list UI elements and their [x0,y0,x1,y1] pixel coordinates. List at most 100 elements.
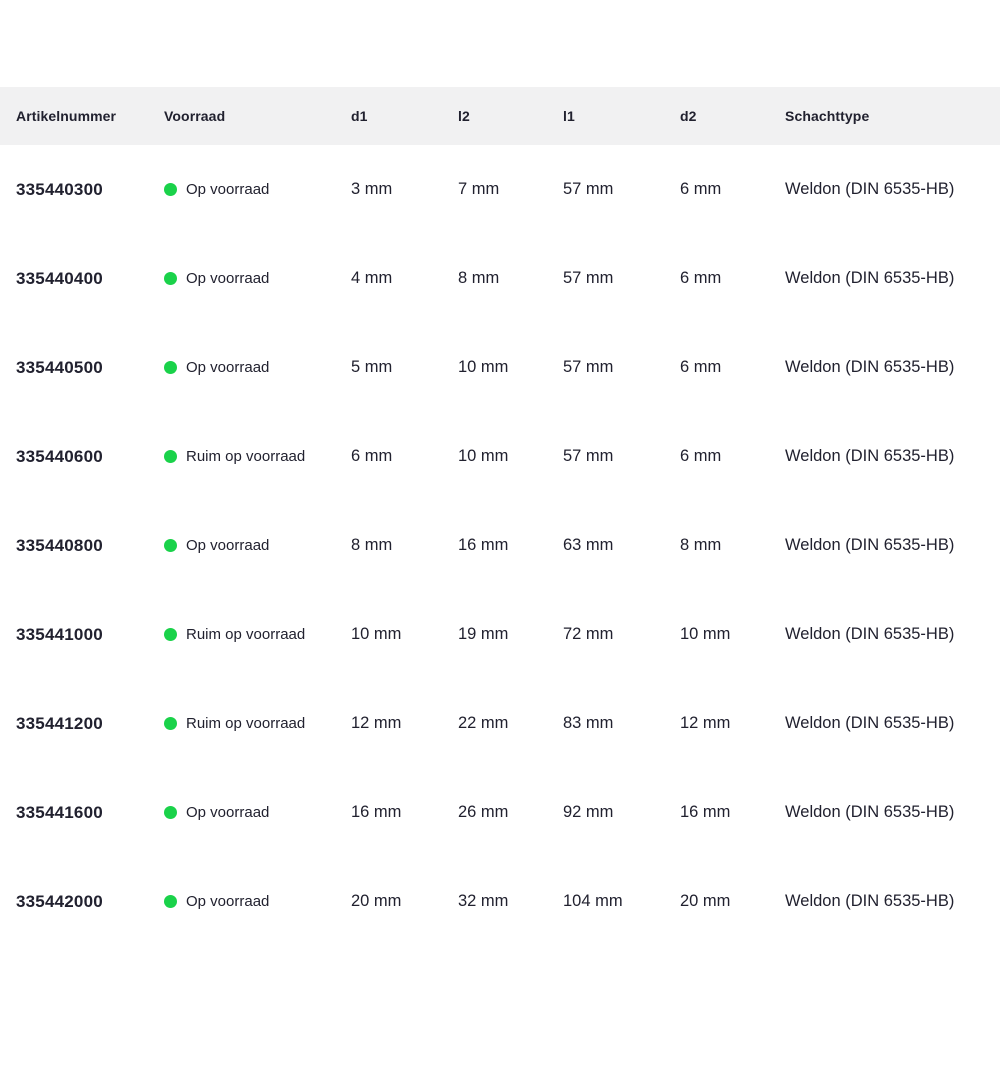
stock-status-dot-icon [164,717,177,730]
l1-value: 57 mm [547,234,664,323]
l1-value: 63 mm [547,501,664,590]
stock-status-cell: Op voorraad [148,857,335,946]
d2-value: 6 mm [664,234,769,323]
schachttype-value: Weldon (DIN 6535-HB) [769,679,1000,768]
stock-status-cell: Op voorraad [148,323,335,412]
table-row[interactable]: 335440300 Op voorraad 3 mm 7 mm 57 mm 6 … [0,145,1000,234]
l2-value: 22 mm [442,679,547,768]
schachttype-value: Weldon (DIN 6535-HB) [769,234,1000,323]
d1-value: 16 mm [335,768,442,857]
l1-value: 104 mm [547,857,664,946]
table-row[interactable]: 335440600 Ruim op voorraad 6 mm 10 mm 57… [0,412,1000,501]
stock-status-label: Op voorraad [186,804,269,821]
d1-value: 12 mm [335,679,442,768]
stock-status-dot-icon [164,450,177,463]
column-header-l2: l2 [442,87,547,145]
stock-status-cell: Op voorraad [148,768,335,857]
table-body: 335440300 Op voorraad 3 mm 7 mm 57 mm 6 … [0,145,1000,946]
l1-value: 92 mm [547,768,664,857]
table-header: Artikelnummer Voorraad d1 l2 l1 d2 Schac… [0,87,1000,145]
d1-value: 3 mm [335,145,442,234]
l2-value: 32 mm [442,857,547,946]
d2-value: 8 mm [664,501,769,590]
table-row[interactable]: 335440400 Op voorraad 4 mm 8 mm 57 mm 6 … [0,234,1000,323]
article-number[interactable]: 335440500 [0,323,148,412]
stock-status-dot-icon [164,895,177,908]
l2-value: 8 mm [442,234,547,323]
column-header-d1: d1 [335,87,442,145]
article-number[interactable]: 335441000 [0,590,148,679]
table-row[interactable]: 335441600 Op voorraad 16 mm 26 mm 92 mm … [0,768,1000,857]
table-header-row: Artikelnummer Voorraad d1 l2 l1 d2 Schac… [0,87,1000,145]
d2-value: 6 mm [664,323,769,412]
table-row[interactable]: 335440500 Op voorraad 5 mm 10 mm 57 mm 6… [0,323,1000,412]
article-number[interactable]: 335441200 [0,679,148,768]
stock-status-label: Ruim op voorraad [186,448,305,465]
stock-status-dot-icon [164,806,177,819]
stock-status-label: Op voorraad [186,181,269,198]
product-spec-table: Artikelnummer Voorraad d1 l2 l1 d2 Schac… [0,87,1000,946]
stock-status-dot-icon [164,628,177,641]
l2-value: 26 mm [442,768,547,857]
d1-value: 20 mm [335,857,442,946]
column-header-d2: d2 [664,87,769,145]
d2-value: 12 mm [664,679,769,768]
table-row[interactable]: 335440800 Op voorraad 8 mm 16 mm 63 mm 8… [0,501,1000,590]
l2-value: 10 mm [442,412,547,501]
d2-value: 6 mm [664,412,769,501]
product-spec-page: Artikelnummer Voorraad d1 l2 l1 d2 Schac… [0,87,1000,1087]
stock-status-dot-icon [164,272,177,285]
stock-status-label: Op voorraad [186,270,269,287]
l1-value: 72 mm [547,590,664,679]
schachttype-value: Weldon (DIN 6535-HB) [769,857,1000,946]
table-row[interactable]: 335441200 Ruim op voorraad 12 mm 22 mm 8… [0,679,1000,768]
d1-value: 6 mm [335,412,442,501]
stock-status-cell: Ruim op voorraad [148,412,335,501]
column-header-l1: l1 [547,87,664,145]
stock-status-label: Op voorraad [186,893,269,910]
stock-status-label: Op voorraad [186,537,269,554]
article-number[interactable]: 335440400 [0,234,148,323]
d1-value: 4 mm [335,234,442,323]
d2-value: 20 mm [664,857,769,946]
l1-value: 57 mm [547,145,664,234]
article-number[interactable]: 335441600 [0,768,148,857]
schachttype-value: Weldon (DIN 6535-HB) [769,145,1000,234]
stock-status-label: Op voorraad [186,359,269,376]
stock-status-dot-icon [164,361,177,374]
article-number[interactable]: 335440300 [0,145,148,234]
article-number[interactable]: 335442000 [0,857,148,946]
stock-status-cell: Op voorraad [148,501,335,590]
d1-value: 8 mm [335,501,442,590]
schachttype-value: Weldon (DIN 6535-HB) [769,590,1000,679]
l2-value: 19 mm [442,590,547,679]
column-header-voorraad: Voorraad [148,87,335,145]
schachttype-value: Weldon (DIN 6535-HB) [769,501,1000,590]
stock-status-cell: Op voorraad [148,145,335,234]
l1-value: 83 mm [547,679,664,768]
schachttype-value: Weldon (DIN 6535-HB) [769,768,1000,857]
schachttype-value: Weldon (DIN 6535-HB) [769,412,1000,501]
d1-value: 10 mm [335,590,442,679]
stock-status-cell: Ruim op voorraad [148,590,335,679]
table-row[interactable]: 335441000 Ruim op voorraad 10 mm 19 mm 7… [0,590,1000,679]
d2-value: 16 mm [664,768,769,857]
l2-value: 7 mm [442,145,547,234]
stock-status-label: Ruim op voorraad [186,626,305,643]
d1-value: 5 mm [335,323,442,412]
column-header-schachttype: Schachttype [769,87,1000,145]
stock-status-label: Ruim op voorraad [186,715,305,732]
stock-status-cell: Ruim op voorraad [148,679,335,768]
d2-value: 6 mm [664,145,769,234]
schachttype-value: Weldon (DIN 6535-HB) [769,323,1000,412]
table-row[interactable]: 335442000 Op voorraad 20 mm 32 mm 104 mm… [0,857,1000,946]
l2-value: 10 mm [442,323,547,412]
article-number[interactable]: 335440800 [0,501,148,590]
d2-value: 10 mm [664,590,769,679]
article-number[interactable]: 335440600 [0,412,148,501]
column-header-artikelnummer: Artikelnummer [0,87,148,145]
l2-value: 16 mm [442,501,547,590]
l1-value: 57 mm [547,323,664,412]
stock-status-dot-icon [164,183,177,196]
l1-value: 57 mm [547,412,664,501]
